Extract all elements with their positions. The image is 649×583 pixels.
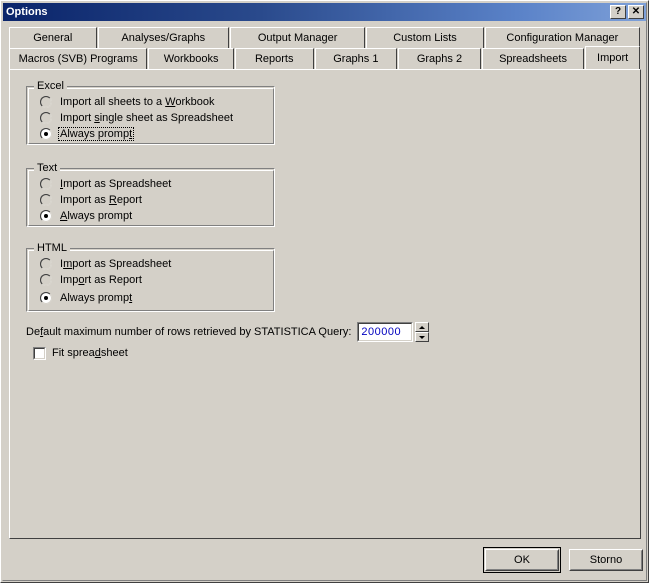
fit-spreadsheet-checkbox[interactable] — [33, 346, 46, 360]
tab-label: Import — [597, 52, 629, 64]
html-radio-0[interactable] — [40, 258, 52, 270]
text-radio-label-2: Always prompt — [60, 210, 133, 222]
tab-label: Workbooks — [163, 53, 219, 65]
fit-spreadsheet-label: Fit spreadsheet — [52, 347, 128, 359]
excel-group: Excel Import all sheets to a Workbook Imp… — [26, 80, 275, 145]
text-radio-2[interactable] — [40, 210, 52, 222]
html-radio-label-0: Import as Spreadsheet — [60, 258, 172, 270]
html-radio-row[interactable]: Import as Spreadsheet — [40, 256, 275, 272]
tab-label: Configuration Manager — [506, 32, 619, 44]
spinner-buttons — [415, 322, 430, 342]
tab-custom-lists[interactable]: Custom Lists — [366, 27, 484, 48]
html-radio-row[interactable]: Import as Report — [40, 272, 275, 288]
excel-group-title: Excel — [34, 80, 67, 92]
options-dialog-window: Options ? ✕ General Analyses/Graphs Output… — [0, 0, 649, 583]
excel-radio-0[interactable] — [40, 96, 52, 108]
arrow-up-icon[interactable] — [415, 322, 430, 332]
cancel-button[interactable]: Storno — [569, 549, 643, 571]
tab-label: Graphs 2 — [416, 53, 463, 65]
text-radio-0[interactable] — [40, 178, 52, 190]
text-radio-label-0: Import as Spreadsheet — [60, 178, 172, 190]
query-max-rows-input[interactable]: 200000 — [357, 322, 414, 342]
excel-radio-label-0: Import all sheets to a Workbook — [60, 96, 215, 108]
arrow-down-icon[interactable] — [415, 332, 430, 342]
text-radio-row[interactable]: Always prompt — [40, 208, 275, 224]
text-radio-1[interactable] — [40, 194, 52, 206]
tab-label: General — [33, 32, 73, 44]
query-max-rows-row: Default maximum number of rows retrieved… — [26, 322, 430, 342]
excel-radio-2[interactable] — [40, 128, 52, 140]
html-radio-label-1: Import as Report — [60, 274, 142, 286]
tab-label: Graphs 1 — [333, 53, 379, 65]
tab-workbooks[interactable]: Workbooks — [148, 48, 234, 69]
excel-radio-row[interactable]: Import all sheets to a Workbook — [40, 94, 275, 110]
text-radio-label-1: Import as Report — [60, 194, 142, 206]
tab-label: Macros (SVB) Programs — [18, 53, 138, 65]
tab-analyses-graphs[interactable]: Analyses/Graphs — [97, 27, 229, 48]
html-radio-row[interactable]: Always prompt — [40, 290, 275, 306]
text-group: Text Import as Spreadsheet Import as Repo… — [26, 162, 275, 227]
close-icon[interactable]: ✕ — [628, 5, 644, 19]
tab-row-1: General Analyses/Graphs Output Manager Cust… — [9, 27, 641, 48]
tab-import[interactable]: Import — [585, 46, 640, 69]
cancel-button-label: Storno — [589, 554, 623, 566]
title-bar-buttons: ? ✕ — [610, 5, 644, 19]
excel-radio-row[interactable]: Always prompt — [40, 126, 275, 142]
fit-spreadsheet-checkbox-row[interactable]: Fit spreadsheet — [33, 345, 128, 361]
ok-button-label: OK — [514, 554, 530, 566]
html-radio-2[interactable] — [40, 292, 52, 304]
ok-button[interactable]: OK — [485, 549, 559, 571]
tab-label: Spreadsheets — [499, 53, 567, 65]
html-radio-1[interactable] — [40, 274, 52, 286]
tab-graphs-1[interactable]: Graphs 1 — [314, 48, 398, 69]
tab-output-manager[interactable]: Output Manager — [229, 27, 366, 48]
query-max-rows-value: 200000 — [361, 326, 402, 338]
help-icon[interactable]: ? — [610, 5, 626, 19]
tab-strip: General Analyses/Graphs Output Manager Cust… — [9, 27, 641, 73]
tab-label: Output Manager — [257, 32, 338, 44]
query-max-rows-label: Default maximum number of rows retrieved… — [26, 326, 352, 338]
tab-content-panel: Excel Import all sheets to a Workbook Imp… — [9, 69, 641, 539]
html-options: Import as Spreadsheet Import as Report Alw… — [26, 256, 275, 306]
dialog-button-bar: OK Storno — [1, 545, 646, 579]
text-group-title: Text — [34, 162, 61, 174]
tab-configuration-manager[interactable]: Configuration Manager — [484, 27, 640, 48]
tab-label: Analyses/Graphs — [121, 32, 206, 44]
excel-radio-label-1: Import single sheet as Spreadsheet — [60, 112, 234, 124]
excel-radio-label-2: Always prompt — [58, 127, 135, 141]
query-max-rows-stepper[interactable]: 200000 — [357, 322, 430, 342]
text-options: Import as Spreadsheet Import as Report Alw… — [26, 176, 275, 224]
html-radio-label-2: Always prompt — [60, 292, 133, 304]
window-title: Options — [6, 6, 48, 18]
title-bar[interactable]: Options ? ✕ — [3, 3, 646, 21]
excel-radio-1[interactable] — [40, 112, 52, 124]
tab-macros-svb-programs[interactable]: Macros (SVB) Programs — [9, 48, 148, 69]
html-group: HTML Import as Spreadsheet Import as Repo… — [26, 242, 275, 312]
tab-row-2: Macros (SVB) Programs Workbooks Reports Gra… — [9, 46, 641, 69]
tab-graphs-2[interactable]: Graphs 2 — [398, 48, 481, 69]
excel-radio-row[interactable]: Import single sheet as Spreadsheet — [40, 110, 275, 126]
html-group-title: HTML — [34, 242, 70, 254]
tab-spreadsheets[interactable]: Spreadsheets — [481, 48, 585, 69]
tab-label: Reports — [254, 53, 294, 65]
tab-label: Custom Lists — [393, 32, 457, 44]
tab-reports[interactable]: Reports — [234, 48, 314, 69]
tab-general[interactable]: General — [9, 27, 97, 48]
excel-options: Import all sheets to a Workbook Import si… — [26, 94, 275, 142]
text-radio-row[interactable]: Import as Report — [40, 192, 275, 208]
text-radio-row[interactable]: Import as Spreadsheet — [40, 176, 275, 192]
